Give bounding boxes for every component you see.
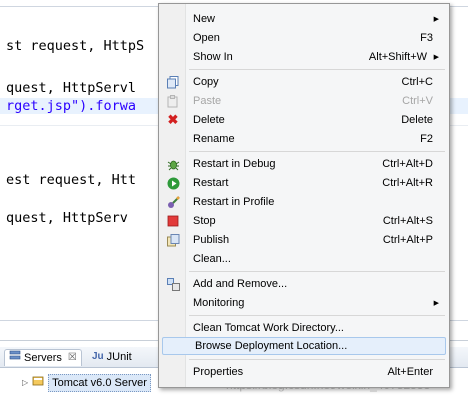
code-line-5: quest, HttpServ <box>6 210 128 226</box>
menu-item-add-and-remove[interactable]: Add and Remove... <box>161 275 447 293</box>
run-icon <box>166 176 180 190</box>
menu-item-restart[interactable]: Restart Ctrl+Alt+R <box>161 174 447 192</box>
tab-servers[interactable]: Servers ☒ <box>4 349 82 366</box>
menu-item-show-in[interactable]: Show In Alt+Shift+W ▶ <box>161 48 447 66</box>
stop-icon <box>166 214 180 228</box>
menu-separator <box>189 315 445 316</box>
close-tab-icon[interactable]: ☒ <box>68 350 77 366</box>
profile-icon <box>166 195 180 209</box>
delete-icon: ✖ <box>167 112 179 127</box>
add-remove-icon <box>166 277 180 291</box>
context-menu: New ▶ Open F3 Show In Alt+Shift+W ▶ Copy Ct… <box>158 3 450 388</box>
server-tree-row[interactable]: ▷ Tomcat v6.0 Server <box>22 374 151 392</box>
code-line-4: est request, Htt <box>6 172 137 188</box>
menu-item-stop[interactable]: Stop Ctrl+Alt+S <box>161 212 447 230</box>
menu-item-open[interactable]: Open F3 <box>161 29 447 47</box>
code-line-2: quest, HttpServl <box>6 80 137 96</box>
tab-junit-label: JUnit <box>106 351 132 363</box>
menu-item-delete[interactable]: ✖ Delete Delete <box>161 111 447 129</box>
menu-item-restart-in-profile[interactable]: Restart in Profile <box>161 193 447 211</box>
menu-item-paste[interactable]: Paste Ctrl+V <box>161 92 447 110</box>
menu-item-properties[interactable]: Properties Alt+Enter <box>161 363 447 381</box>
code-line-1: st request, HttpS <box>6 38 145 54</box>
menu-separator <box>189 69 445 70</box>
menu-item-clean-tomcat-work-directory[interactable]: Clean Tomcat Work Directory... <box>161 319 447 337</box>
server-label: Tomcat v6.0 Server <box>48 374 151 392</box>
debug-bug-icon <box>166 157 180 171</box>
submenu-arrow-icon: ▶ <box>433 300 439 307</box>
submenu-arrow-icon: ▶ <box>433 54 439 61</box>
tab-servers-label: Servers <box>24 352 62 364</box>
menu-item-publish[interactable]: Publish Ctrl+Alt+P <box>161 231 447 249</box>
menu-item-rename[interactable]: Rename F2 <box>161 130 447 148</box>
menu-item-restart-in-debug[interactable]: Restart in Debug Ctrl+Alt+D <box>161 155 447 173</box>
tomcat-server-icon <box>32 375 44 392</box>
menu-item-monitoring[interactable]: Monitoring ▶ <box>161 294 447 312</box>
menu-separator <box>189 271 445 272</box>
code-line-3: rget.jsp").forwa <box>6 98 137 114</box>
servers-icon <box>9 350 21 366</box>
menu-item-copy[interactable]: Copy Ctrl+C <box>161 73 447 91</box>
junit-icon: Ju <box>92 351 104 362</box>
menu-item-browse-deployment-location[interactable]: Browse Deployment Location... <box>162 337 446 355</box>
tab-junit[interactable]: Ju JUnit <box>92 349 132 365</box>
submenu-arrow-icon: ▶ <box>433 16 439 23</box>
paste-icon <box>166 94 180 108</box>
menu-separator <box>189 151 445 152</box>
menu-separator <box>189 359 445 360</box>
menu-item-clean[interactable]: Clean... <box>161 250 447 268</box>
menu-item-new[interactable]: New ▶ <box>161 10 447 28</box>
publish-icon <box>166 233 180 247</box>
copy-icon <box>166 75 180 89</box>
expand-triangle-icon[interactable]: ▷ <box>22 375 28 391</box>
